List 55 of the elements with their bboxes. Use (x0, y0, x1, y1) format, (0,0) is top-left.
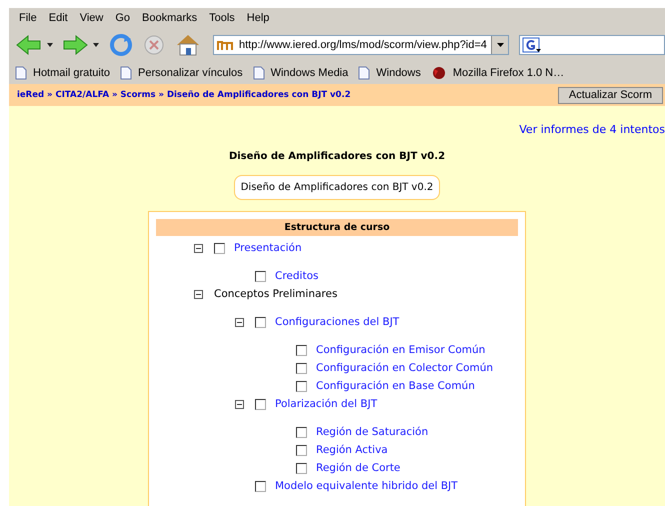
search-engine-icon[interactable] (522, 37, 542, 53)
address-field[interactable]: http://www.iered.org/lms/mod/scorm/view.php?id=4 (213, 35, 509, 55)
lesson-link[interactable]: Configuración en Base Común (316, 380, 475, 392)
collapse-icon[interactable] (235, 318, 244, 326)
bookmark[interactable]: Hotmail gratuito (15, 66, 110, 80)
bookmark[interactable]: Windows Media (252, 66, 348, 80)
page-icon (252, 66, 265, 80)
update-button[interactable]: Actualizar Scorm (558, 86, 663, 104)
course-summary: Diseño de Amplificadores con BJT v0.2 (234, 175, 440, 200)
checkbox[interactable] (296, 362, 307, 374)
lesson-link[interactable]: Región de Saturación (316, 426, 428, 438)
menu-item[interactable]: Tools (203, 12, 241, 24)
lesson-link[interactable]: Región de Corte (316, 462, 400, 474)
lesson-link[interactable]: Región Activa (316, 444, 388, 456)
checkbox[interactable] (296, 444, 307, 456)
section-label: Conceptos Preliminares (214, 288, 338, 300)
checkbox[interactable] (214, 242, 225, 254)
lesson-link[interactable]: Presentación (234, 242, 302, 254)
collapse-icon[interactable] (235, 400, 244, 408)
checkbox[interactable] (255, 480, 266, 492)
menu-item[interactable]: View (74, 12, 110, 24)
lesson-link[interactable]: Configuración en Colector Común (316, 362, 494, 374)
lesson-link[interactable]: Configuración en Emisor Común (316, 344, 486, 356)
bookmark[interactable]: Mozilla Firefox 1.0 N… (430, 66, 564, 80)
checkbox[interactable] (296, 380, 307, 392)
bookmark[interactable]: Personalizar vínculos (120, 66, 243, 80)
collapse-icon[interactable] (194, 290, 203, 298)
search-field[interactable] (519, 35, 665, 55)
menu-item[interactable]: File (13, 12, 43, 24)
checkbox[interactable] (255, 316, 266, 328)
course-title: Diseño de Amplificadores con BJT v0.2 (228, 151, 446, 162)
lesson-link[interactable]: Creditos (275, 270, 318, 282)
page-icon (15, 66, 27, 80)
page-icon (120, 66, 132, 80)
firefox-icon (430, 66, 447, 80)
lesson-link[interactable]: Polarización del BJT (275, 398, 378, 410)
page-icon (358, 66, 370, 80)
reports-link[interactable]: Ver informes de 4 intentos (519, 123, 665, 136)
menu-item[interactable]: Edit (42, 12, 74, 24)
checkbox[interactable] (296, 426, 307, 438)
breadcrumb[interactable]: ieRed » CITA2/ALFA » Scorms » Diseño de Amplificadores con BJT v0.2 (17, 90, 351, 100)
checkbox[interactable] (296, 344, 307, 356)
checkbox[interactable] (255, 398, 266, 410)
lesson-link[interactable]: Modelo equivalente hibrido del BJT (275, 480, 458, 492)
structure-header: Estructura de curso (156, 219, 518, 236)
checkbox[interactable] (296, 462, 307, 474)
checkbox[interactable] (255, 270, 266, 282)
dropdown-arrow-icon[interactable] (496, 43, 504, 47)
collapse-icon[interactable] (194, 244, 203, 252)
bookmark[interactable]: Windows (358, 66, 421, 80)
site-icon (217, 39, 235, 51)
menu-item[interactable]: Go (109, 12, 136, 24)
menu-item[interactable]: Help (240, 12, 276, 24)
lesson-link[interactable]: Configuraciones del BJT (275, 316, 400, 328)
menu-item[interactable]: Bookmarks (136, 12, 204, 24)
